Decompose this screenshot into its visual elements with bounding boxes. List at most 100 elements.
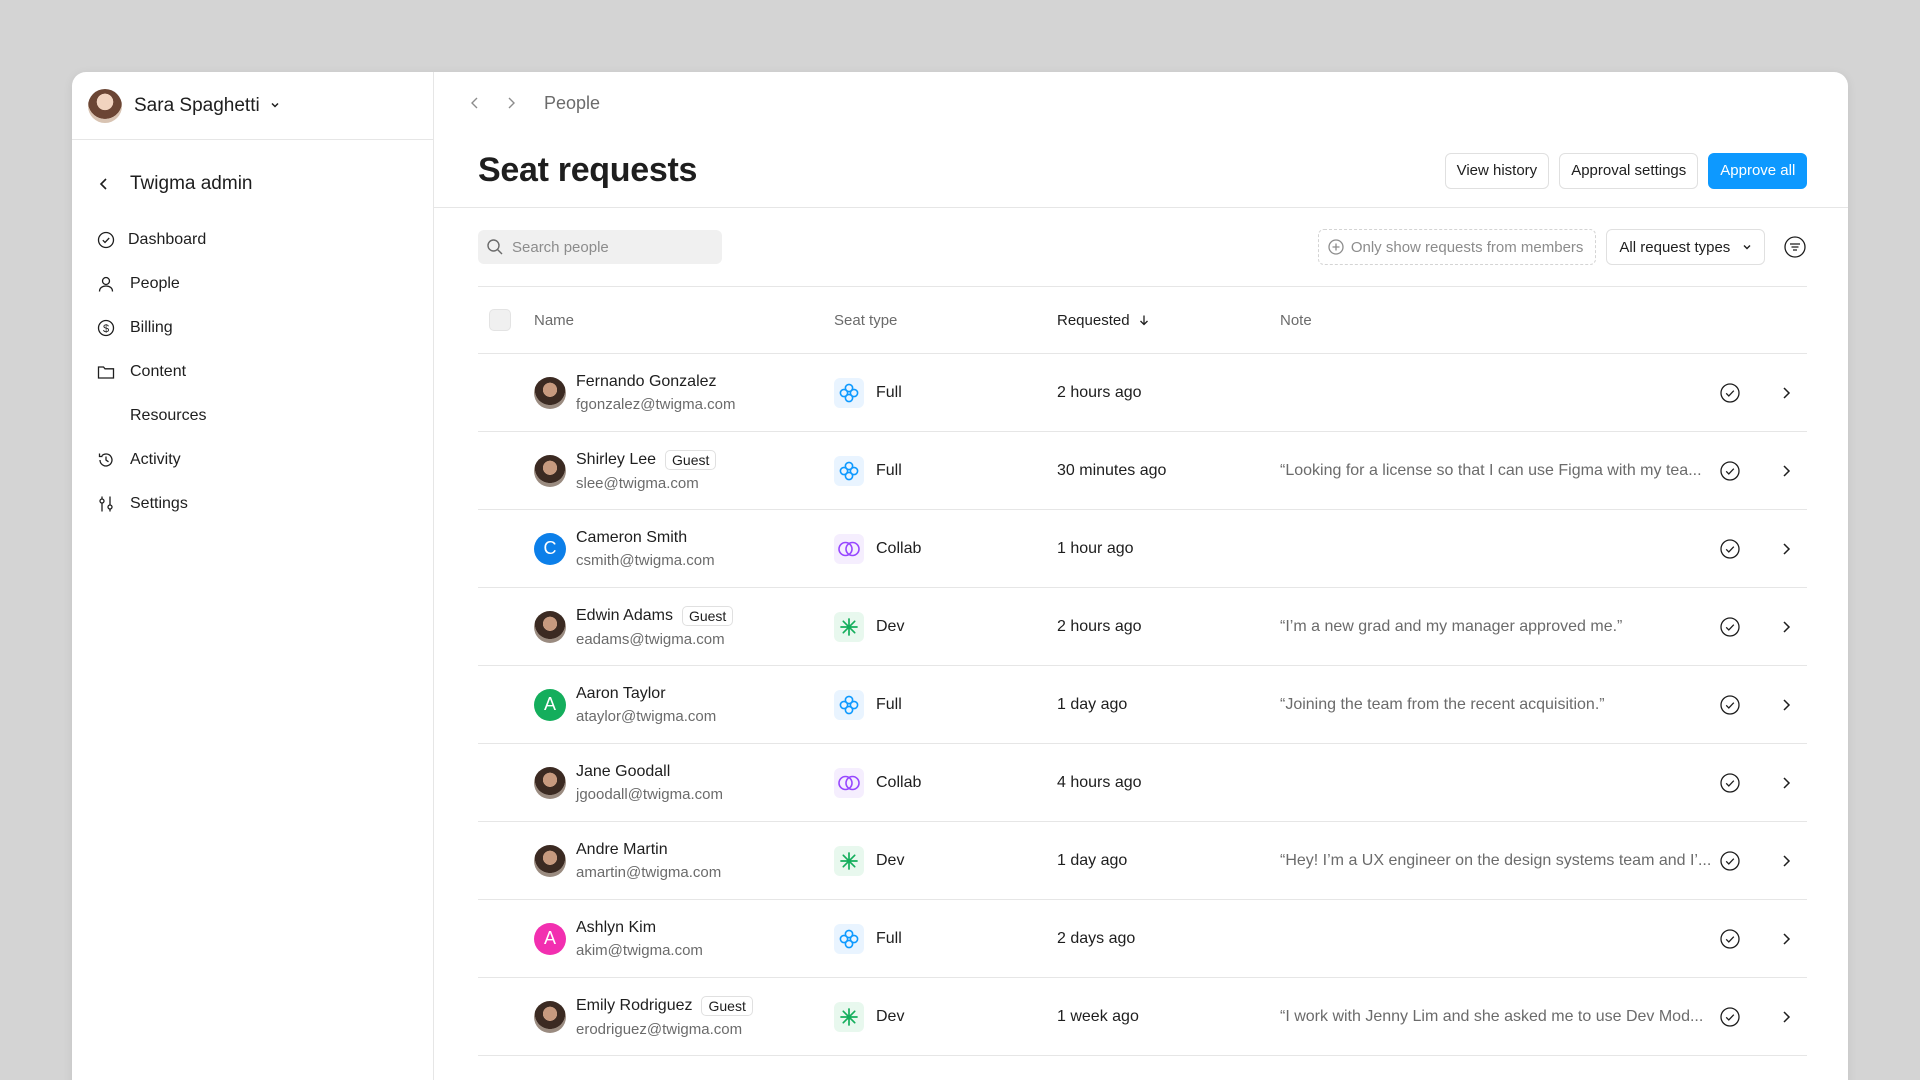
sidebar-item-content[interactable]: Content (72, 350, 433, 394)
blank-icon (96, 406, 116, 426)
chevron-right-icon[interactable] (1779, 698, 1793, 712)
person: Jane Goodall jgoodall@twigma.com (534, 763, 834, 803)
sidebar-item-label: People (130, 275, 180, 292)
avatar: C (534, 532, 566, 565)
header-seat-type[interactable]: Seat type (834, 312, 1057, 329)
avatar (534, 766, 566, 799)
chevron-right-icon[interactable] (1779, 620, 1793, 634)
chevron-right-icon[interactable] (1779, 386, 1793, 400)
name-cell: Shirley Lee Guest slee@twigma.com (534, 449, 834, 492)
chevron-right-icon[interactable] (1779, 776, 1793, 790)
row-actions (1719, 460, 1807, 482)
approve-check-icon[interactable] (1719, 772, 1741, 794)
search-input[interactable] (512, 238, 702, 256)
sidebar-item-people[interactable]: People (72, 262, 433, 306)
approve-check-icon[interactable] (1719, 382, 1741, 404)
select-all-checkbox[interactable] (489, 309, 511, 331)
sidebar-item-label: Billing (130, 319, 173, 336)
request-type-select[interactable]: All request types (1606, 229, 1766, 265)
sidebar-item-label: Content (130, 363, 187, 380)
person-name-text: Fernando Gonzalez (576, 372, 717, 390)
sidebar-item-settings[interactable]: Settings (72, 482, 433, 526)
requested-cell: 1 day ago (1057, 851, 1128, 869)
seat-type: Dev (834, 1001, 1057, 1032)
sidebar-item-resources[interactable]: Resources (72, 394, 433, 438)
name-cell: Jane Goodall jgoodall@twigma.com (534, 763, 834, 803)
approve-check-icon[interactable] (1719, 694, 1741, 716)
table-row[interactable]: Andre Martin amartin@twigma.com Dev 1 da… (478, 822, 1808, 900)
approve-check-icon[interactable] (1719, 850, 1741, 872)
person-email: jgoodall@twigma.com (576, 785, 723, 803)
admin-back-row[interactable]: Twigma admin (72, 164, 433, 204)
filter-icon[interactable] (1783, 235, 1807, 259)
members-only-filter[interactable]: Only show requests from members (1317, 229, 1597, 265)
search-box[interactable] (478, 230, 722, 264)
seat-type: Dev (834, 611, 1057, 642)
approve-check-icon[interactable] (1719, 1006, 1741, 1028)
header-name[interactable]: Name (534, 312, 834, 329)
table-row[interactable]: Edwin Adams Guest eadams@twigma.com Dev 2… (478, 588, 1808, 666)
name-cell: A Ashlyn Kim akim@twigma.com (534, 919, 834, 959)
approve-all-button[interactable]: Approve all (1708, 152, 1808, 189)
chevron-down-icon (271, 103, 279, 109)
sidebar-item-label: Resources (130, 407, 207, 424)
person-email: erodriguez@twigma.com (576, 1020, 743, 1038)
seat-full-icon (834, 923, 864, 954)
user-name: Sara Spaghetti (134, 95, 281, 117)
seat-label: Collab (876, 773, 922, 791)
person: A Aaron Taylor ataylor@twigma.com (534, 685, 834, 725)
avatar: A (534, 922, 566, 955)
person-text: Aaron Taylor ataylor@twigma.com (576, 685, 716, 725)
admin-title: Twigma admin (130, 173, 253, 194)
person-email: csmith@twigma.com (576, 551, 715, 569)
note-cell: “I’m a new grad and my manager approved … (1280, 617, 1623, 635)
sidebar-item-dashboard[interactable]: Dashboard (72, 218, 433, 262)
person-name: Andre Martin (576, 841, 721, 859)
chevron-right-icon[interactable] (1779, 542, 1793, 556)
top-navigation: People (434, 72, 1848, 134)
approve-check-icon[interactable] (1719, 616, 1741, 638)
person-name: Jane Goodall (576, 763, 723, 781)
table-row[interactable]: A Ashlyn Kim akim@twigma.com Full 2 days… (478, 900, 1808, 978)
view-history-button[interactable]: View history (1444, 152, 1550, 189)
requested-cell: 2 hours ago (1057, 383, 1142, 401)
person: Emily Rodriguez Guest erodriguez@twigma.c… (534, 995, 834, 1038)
seat-label: Full (876, 695, 902, 713)
approve-check-icon[interactable] (1719, 538, 1741, 560)
table-row[interactable]: Jane Goodall jgoodall@twigma.com Collab … (478, 744, 1808, 822)
back-arrow-icon[interactable] (468, 96, 482, 110)
table-row[interactable]: Fernando Gonzalez fgonzalez@twigma.com F… (478, 354, 1808, 432)
person-name: Ashlyn Kim (576, 919, 703, 937)
forward-arrow-icon[interactable] (504, 96, 518, 110)
requested-cell: 2 days ago (1057, 929, 1136, 947)
account-switcher[interactable]: Sara Spaghetti (72, 72, 433, 140)
chevron-right-icon[interactable] (1779, 464, 1793, 478)
person-name-text: Aaron Taylor (576, 684, 666, 702)
approve-check-icon[interactable] (1719, 460, 1741, 482)
person-name-text: Jane Goodall (576, 762, 671, 780)
table-row[interactable]: C Cameron Smith csmith@twigma.com Collab… (478, 510, 1808, 588)
sidebar-item-billing[interactable]: $ Billing (72, 306, 433, 350)
header-note: Note (1280, 311, 1312, 329)
user-avatar (88, 88, 122, 123)
note-cell: “Joining the team from the recent acquis… (1280, 695, 1605, 713)
person-text: Edwin Adams Guest eadams@twigma.com (576, 605, 734, 648)
chevron-right-icon[interactable] (1779, 1010, 1793, 1024)
approval-settings-button[interactable]: Approval settings (1559, 152, 1699, 189)
seat-dev-icon (834, 1001, 864, 1032)
chevron-down-icon (1743, 245, 1751, 250)
approve-check-icon[interactable] (1719, 928, 1741, 950)
name-cell: Edwin Adams Guest eadams@twigma.com (534, 605, 834, 648)
sidebar-item-activity[interactable]: Activity (72, 438, 433, 482)
chevron-right-icon[interactable] (1779, 932, 1793, 946)
table-row[interactable]: Shirley Lee Guest slee@twigma.com Full 30… (478, 432, 1808, 510)
person-name: Shirley Lee Guest (576, 449, 717, 470)
back-arrow-icon[interactable] (96, 176, 112, 192)
table-row[interactable]: A Aaron Taylor ataylor@twigma.com Full 1… (478, 666, 1808, 744)
seat-type: Full (834, 923, 1057, 954)
breadcrumb[interactable]: People (544, 93, 600, 114)
table-row[interactable]: Emily Rodriguez Guest erodriguez@twigma.c… (478, 978, 1808, 1056)
header-requested[interactable]: Requested (1057, 312, 1280, 329)
person-name: Emily Rodriguez Guest (576, 995, 753, 1016)
chevron-right-icon[interactable] (1779, 854, 1793, 868)
